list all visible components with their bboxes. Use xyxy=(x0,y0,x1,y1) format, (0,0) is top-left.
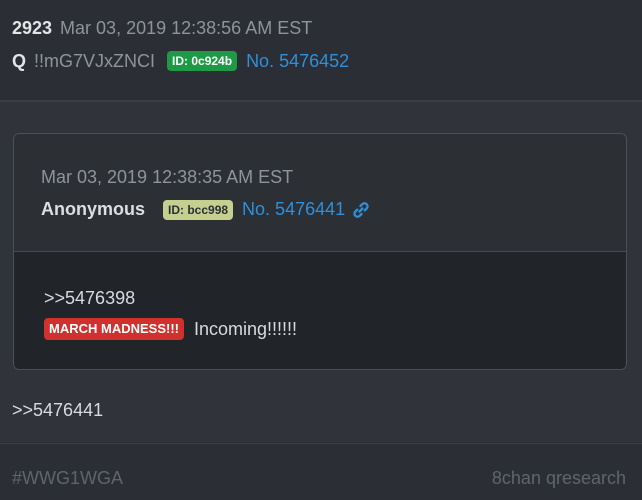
reply-reference-link[interactable]: >>5476441 xyxy=(12,400,103,421)
quote-reference-link[interactable]: >>5476398 xyxy=(44,288,135,309)
quoted-message-text: Incoming!!!!!! xyxy=(194,318,298,339)
post-number-link[interactable]: No. 5476452 xyxy=(246,51,349,71)
march-madness-tag: MARCH MADNESS!!! xyxy=(44,318,184,340)
quoted-post-card: Mar 03, 2019 12:38:35 AM EST Anonymous I… xyxy=(13,133,627,370)
post-meta-row: 2923 Mar 03, 2019 12:38:56 AM EST xyxy=(12,18,312,38)
quoted-author-name: Anonymous xyxy=(41,199,146,220)
post-footer: #WWG1WGA 8chan qresearch xyxy=(0,443,642,500)
source-label: 8chan qresearch xyxy=(491,468,626,488)
post-timestamp: Mar 03, 2019 12:38:56 AM EST xyxy=(60,18,313,38)
quoted-id-badge[interactable]: ID: bcc998 xyxy=(163,199,234,220)
quoted-message-row: MARCH MADNESS!!! Incoming!!!!!! xyxy=(44,318,297,340)
post-author-row: Q !!mG7VJxZNCI ID: 0c924b No. 5476452 xyxy=(12,51,349,71)
quoted-post-content: >>5476398 MARCH MADNESS!!! Incoming!!!!!… xyxy=(14,252,626,369)
tripcode: !!mG7VJxZNCI xyxy=(34,51,156,71)
quoted-post-number-link[interactable]: No. 5476441 xyxy=(242,199,345,220)
chain-link-icon[interactable] xyxy=(351,199,371,220)
quoted-post-timestamp: Mar 03, 2019 12:38:35 AM EST xyxy=(41,167,294,187)
id-badge[interactable]: ID: 0c924b xyxy=(167,51,238,71)
quoted-post-header: Mar 03, 2019 12:38:35 AM EST Anonymous I… xyxy=(14,134,626,252)
post-number: 2923 xyxy=(12,18,53,38)
quoted-post-author-row: Anonymous ID: bcc998 No. 5476441 xyxy=(41,199,371,220)
author-name: Q xyxy=(12,51,27,71)
post-header: 2923 Mar 03, 2019 12:38:56 AM EST Q !!mG7… xyxy=(0,0,642,102)
hashtag: #WWG1WGA xyxy=(12,468,123,488)
